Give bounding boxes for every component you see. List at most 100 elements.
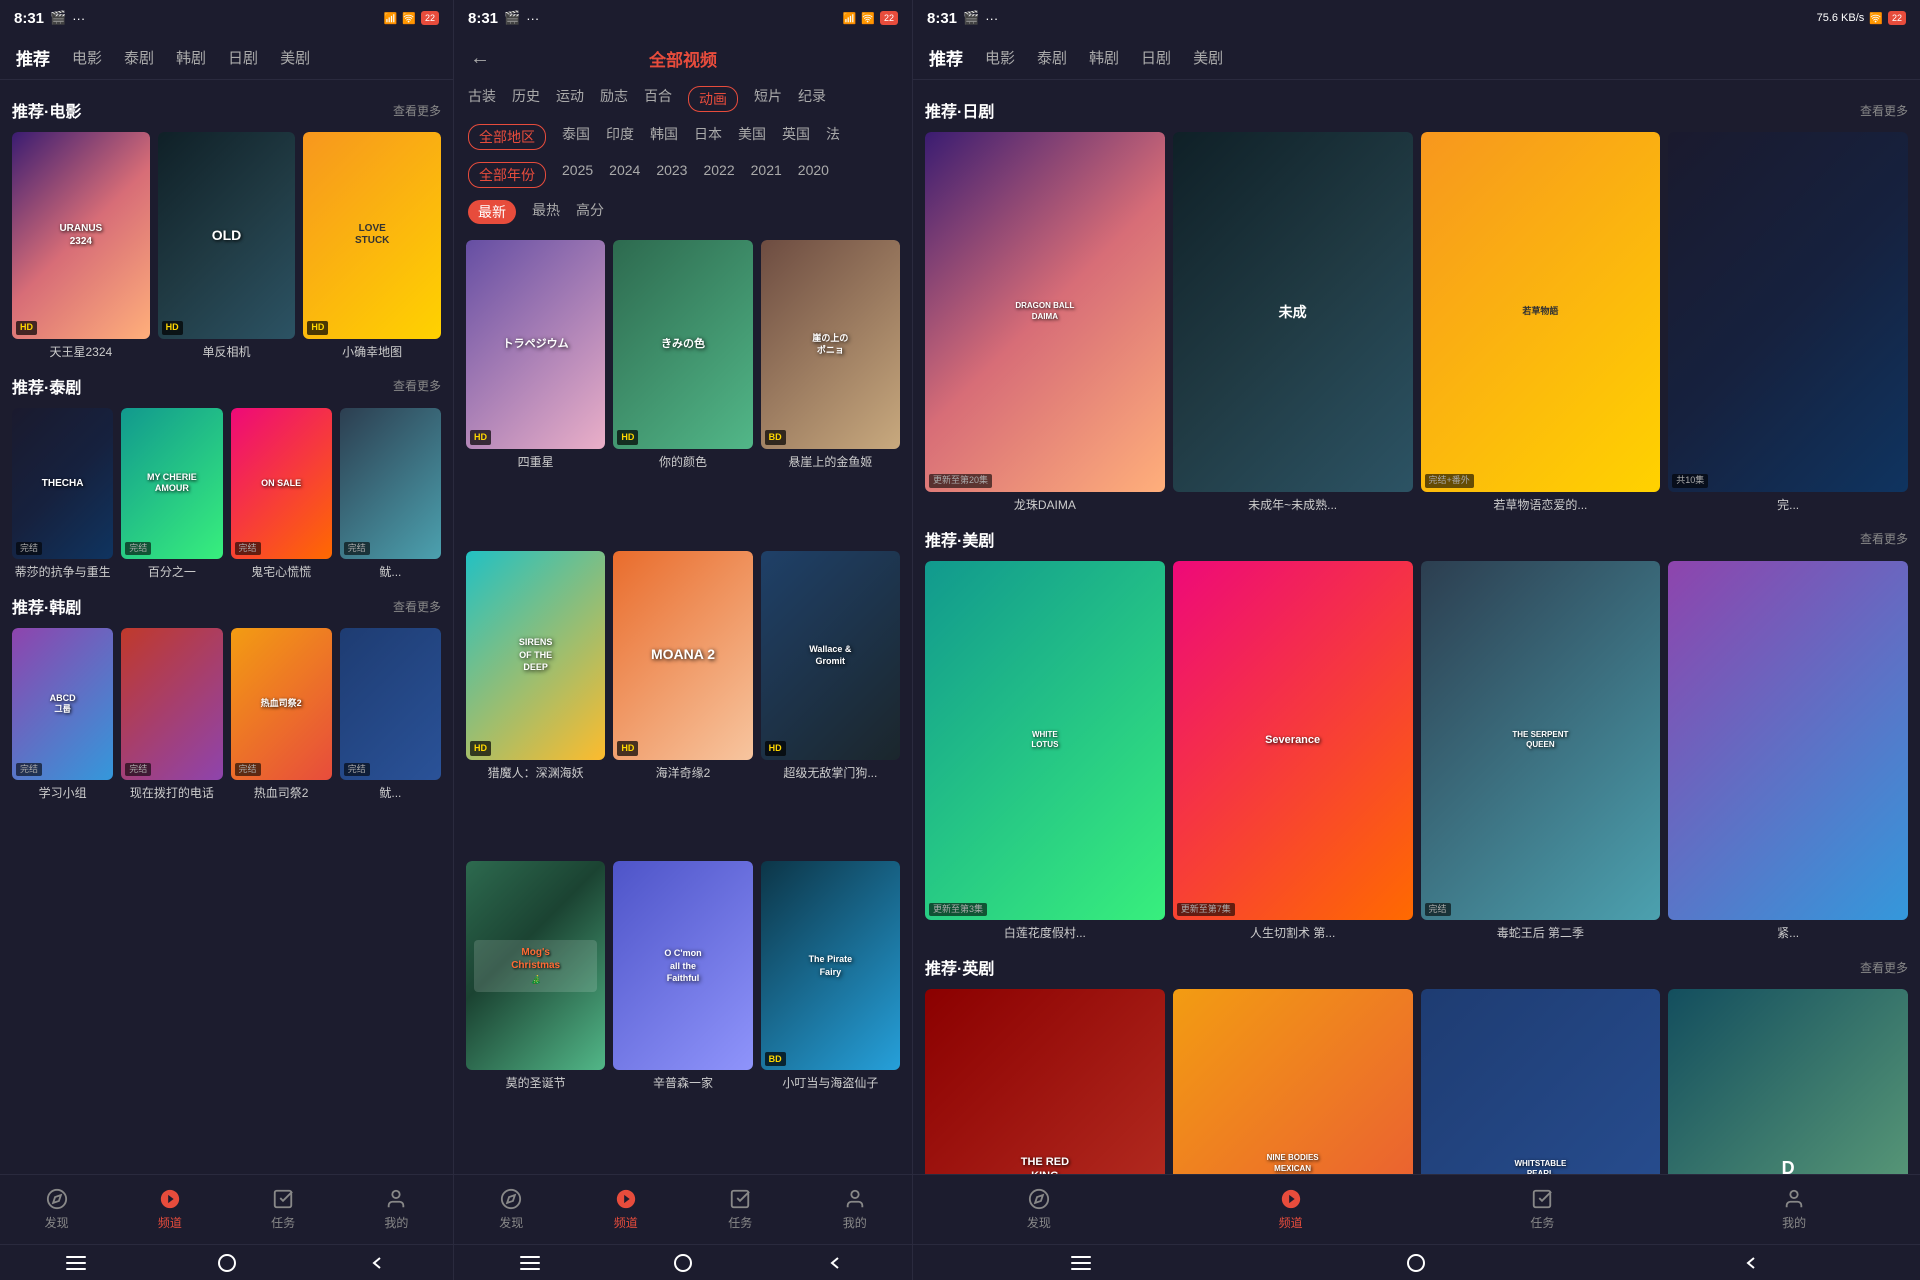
tab-discover-middle[interactable]: 发现 xyxy=(499,1188,523,1231)
movie-card-danfan[interactable]: OLD HD 单反相机 xyxy=(158,132,296,360)
filter-india[interactable]: 印度 xyxy=(606,124,634,150)
filter-2022[interactable]: 2022 xyxy=(703,162,734,188)
movie-card-tianshu[interactable]: URANUS2324 HD 天王星2324 xyxy=(12,132,150,360)
movie-card-xuexiao[interactable]: ABCD그룹 完结 学习小组 xyxy=(12,628,113,801)
section-more-thai[interactable]: 查看更多 xyxy=(393,377,441,394)
tab-discover-left[interactable]: 发现 xyxy=(45,1188,69,1231)
menu-btn-left[interactable] xyxy=(63,1250,89,1276)
filter-korea[interactable]: 韩国 xyxy=(650,124,678,150)
filter-donghua[interactable]: 动画 xyxy=(688,86,738,112)
movie-card-baifen[interactable]: MY CHERIEAMOUR 完结 百分之一 xyxy=(121,408,222,581)
nav-item-recommend-left[interactable]: 推荐 xyxy=(16,45,50,70)
movie-card-bodao[interactable]: 完结 现在拨打的电话 xyxy=(121,628,222,801)
nav-item-us-left[interactable]: 美剧 xyxy=(280,47,310,68)
filter-uk[interactable]: 英国 xyxy=(782,124,810,150)
mid-card-pirate[interactable]: The PirateFairy BD 小叮当与海盗仙子 xyxy=(761,861,900,1164)
nav-item-korean-right[interactable]: 韩剧 xyxy=(1089,47,1119,68)
dots-left: ··· xyxy=(72,11,85,26)
filter-yundong[interactable]: 运动 xyxy=(556,86,584,112)
section-more-us[interactable]: 查看更多 xyxy=(1860,530,1908,547)
filter-2021[interactable]: 2021 xyxy=(751,162,782,188)
mid-card-simpson[interactable]: O C'monall theFaithful 辛普森一家 xyxy=(613,861,752,1164)
menu-btn-middle[interactable] xyxy=(517,1250,543,1276)
menu-btn-right[interactable] xyxy=(1068,1250,1094,1276)
filter-guzhuang[interactable]: 古装 xyxy=(468,86,496,112)
movie-card-dragonball[interactable]: DRAGON BALLDAIMA 更新至第20集 龙珠DAIMA xyxy=(925,132,1165,513)
tab-profile-right[interactable]: 我的 xyxy=(1782,1188,1806,1231)
mid-card-liemoren[interactable]: SIRENSOF THEDEEP HD 猎魔人：深渊海妖 xyxy=(466,551,605,854)
tab-channel-left[interactable]: 频道 xyxy=(158,1188,182,1231)
section-more-japanese[interactable]: 查看更多 xyxy=(1860,102,1908,119)
movie-card-you-thai[interactable]: 完结 鱿... xyxy=(340,408,441,581)
filter-2025[interactable]: 2025 xyxy=(562,162,593,188)
movie-card-lotus[interactable]: WHITELOTUS 更新至第3集 白莲花度假村... xyxy=(925,561,1165,942)
filter-usa[interactable]: 美国 xyxy=(738,124,766,150)
nav-item-japanese-right[interactable]: 日剧 xyxy=(1141,47,1171,68)
movie-card-resixue[interactable]: 热血司祭2 完结 热血司祭2 xyxy=(231,628,332,801)
tab-profile-left[interactable]: 我的 xyxy=(384,1188,408,1231)
filter-2024[interactable]: 2024 xyxy=(609,162,640,188)
filter-lishi[interactable]: 历史 xyxy=(512,86,540,112)
mid-card-haiyang[interactable]: MOANA 2 HD 海洋奇缘2 xyxy=(613,551,752,854)
movie-card-you-kr[interactable]: 完结 鱿... xyxy=(340,628,441,801)
movie-card-serpent[interactable]: THE SERPENTQUEEN 完结 毒蛇王后 第二季 xyxy=(1421,561,1661,942)
nav-item-recommend-right[interactable]: 推荐 xyxy=(929,45,963,70)
nav-item-thai-right[interactable]: 泰剧 xyxy=(1037,47,1067,68)
movie-card-xiaohe[interactable]: LOVESTUCK HD 小确幸地图 xyxy=(303,132,441,360)
filter-france[interactable]: 法 xyxy=(826,124,840,150)
filter-jilu[interactable]: 纪录 xyxy=(798,86,826,112)
movie-card-pearl[interactable]: WHITSTABLEPEARL 完结 惠镇珀尔侦探社... xyxy=(1421,989,1661,1174)
tab-channel-middle[interactable]: 频道 xyxy=(614,1188,638,1231)
section-more-korean[interactable]: 查看更多 xyxy=(393,598,441,615)
filter-2023[interactable]: 2023 xyxy=(656,162,687,188)
filter-lizhi[interactable]: 励志 xyxy=(600,86,628,112)
nav-item-movie-left[interactable]: 电影 xyxy=(72,47,102,68)
nav-item-japanese-left[interactable]: 日剧 xyxy=(228,47,258,68)
mid-card-mogs[interactable]: Mog'sChristmas 🎄 莫的圣诞节 xyxy=(466,861,605,1164)
sort-newest[interactable]: 最新 xyxy=(468,200,516,224)
nav-item-thai-left[interactable]: 泰剧 xyxy=(124,47,154,68)
back-btn-sys-left[interactable] xyxy=(365,1250,391,1276)
movie-card-extra-us[interactable]: 紧... xyxy=(1668,561,1908,942)
back-btn-sys-middle[interactable] xyxy=(823,1250,849,1276)
mid-card-wallace[interactable]: Wallace &Gromit HD 超级无敌掌门狗... xyxy=(761,551,900,854)
filter-all-year[interactable]: 全部年份 xyxy=(468,162,546,188)
section-more-movie[interactable]: 查看更多 xyxy=(393,102,441,119)
mid-card-nideseyanse[interactable]: きみの色 HD 你的颜色 xyxy=(613,240,752,543)
sort-hottest[interactable]: 最热 xyxy=(532,200,560,224)
home-btn-middle[interactable] xyxy=(670,1250,696,1276)
home-btn-left[interactable] xyxy=(214,1250,240,1276)
section-more-uk[interactable]: 查看更多 xyxy=(1860,959,1908,976)
tab-task-left[interactable]: 任务 xyxy=(271,1188,295,1231)
movie-card-mexican[interactable]: NINE BODIESMEXICANMORGUE 更新至第1集 墨西哥太平间的.… xyxy=(1173,989,1413,1174)
tab-task-right[interactable]: 任务 xyxy=(1530,1188,1554,1231)
tab-task-middle[interactable]: 任务 xyxy=(728,1188,752,1231)
movie-card-complete-jp[interactable]: 共10集 完... xyxy=(1668,132,1908,513)
sort-highest[interactable]: 高分 xyxy=(576,200,604,224)
movie-card-extra-uk[interactable]: D 外... xyxy=(1668,989,1908,1174)
tab-profile-middle[interactable]: 我的 xyxy=(843,1188,867,1231)
tab-discover-right[interactable]: 发现 xyxy=(1027,1188,1051,1231)
tab-label-task-middle: 任务 xyxy=(728,1214,752,1231)
mid-card-xuanya[interactable]: 崖の上のポニョ BD 悬崖上的金鱼姬 xyxy=(761,240,900,543)
home-btn-right[interactable] xyxy=(1403,1250,1429,1276)
nav-item-us-right[interactable]: 美剧 xyxy=(1193,47,1223,68)
nav-item-korean-left[interactable]: 韩剧 xyxy=(176,47,206,68)
back-button[interactable]: ← xyxy=(470,47,490,70)
back-btn-sys-right[interactable] xyxy=(1739,1250,1765,1276)
filter-thailand[interactable]: 泰国 xyxy=(562,124,590,150)
movie-card-severance[interactable]: Severance 更新至第7集 人生切割术 第... xyxy=(1173,561,1413,942)
tab-channel-right[interactable]: 频道 xyxy=(1279,1188,1303,1231)
movie-card-tisha[interactable]: THECHA 完结 蒂莎的抗争与重生 xyxy=(12,408,113,581)
movie-card-weichengnian[interactable]: 未成 未成年~未成熟... xyxy=(1173,132,1413,513)
nav-item-movie-right[interactable]: 电影 xyxy=(985,47,1015,68)
filter-duanpian[interactable]: 短片 xyxy=(754,86,782,112)
filter-baihe[interactable]: 百合 xyxy=(644,86,672,112)
movie-card-ruocao[interactable]: 若草物語 完结+番外 若草物语恋爱的... xyxy=(1421,132,1661,513)
movie-card-redking[interactable]: THE REDKING 完结 红王 第一季 xyxy=(925,989,1165,1174)
filter-all-region[interactable]: 全部地区 xyxy=(468,124,546,150)
filter-japan[interactable]: 日本 xyxy=(694,124,722,150)
filter-2020[interactable]: 2020 xyxy=(798,162,829,188)
mid-card-sizhongxing[interactable]: トラペジウム HD 四重星 xyxy=(466,240,605,543)
movie-card-guizhai[interactable]: ON SALE 完结 鬼宅心慌慌 xyxy=(231,408,332,581)
